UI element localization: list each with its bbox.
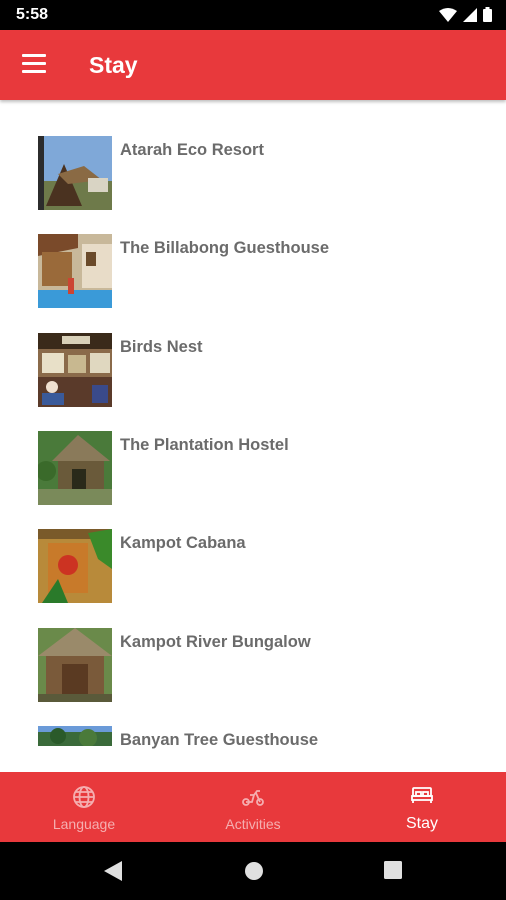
place-thumbnail	[38, 136, 112, 210]
place-name: The Billabong Guesthouse	[120, 239, 330, 257]
list-item[interactable]: Birds Nest	[0, 333, 506, 423]
list-item[interactable]: The Plantation Hostel	[0, 431, 506, 521]
status-time: 5:58	[16, 6, 49, 23]
place-thumbnail	[38, 726, 112, 746]
stay-list[interactable]: Atarah Eco Resort The Billabong Guesthou…	[0, 100, 506, 772]
nav-stay[interactable]: Stay	[338, 772, 506, 842]
battery-icon	[483, 7, 492, 22]
recents-button[interactable]	[384, 861, 402, 879]
place-name: Kampot Cabana	[120, 534, 246, 552]
list-item[interactable]: Kampot Cabana	[0, 529, 506, 619]
nav-activities[interactable]: Activities	[169, 772, 337, 842]
nav-activities-label: Activities	[225, 816, 281, 832]
place-name: The Plantation Hostel	[120, 436, 289, 454]
nav-language[interactable]: Language	[0, 772, 168, 842]
status-bar: 5:58	[0, 0, 506, 30]
app-bar: Stay	[0, 30, 506, 100]
place-thumbnail	[38, 529, 112, 603]
place-name: Atarah Eco Resort	[120, 141, 264, 159]
bottom-navigation: Language Activities Stay	[0, 772, 506, 842]
place-thumbnail	[38, 431, 112, 505]
system-navigation-bar	[0, 842, 506, 900]
status-icons	[439, 7, 492, 22]
back-button[interactable]	[104, 861, 122, 881]
list-item[interactable]: Banyan Tree Guesthouse	[0, 726, 506, 772]
place-name: Banyan Tree Guesthouse	[120, 731, 319, 749]
place-thumbnail	[38, 628, 112, 702]
place-name: Kampot River Bungalow	[120, 633, 311, 651]
place-thumbnail	[38, 234, 112, 308]
list-item[interactable]: Atarah Eco Resort	[0, 136, 506, 226]
scooter-icon	[242, 790, 264, 806]
nav-stay-label: Stay	[405, 815, 438, 832]
list-item[interactable]: The Billabong Guesthouse	[0, 234, 506, 324]
wifi-icon	[439, 7, 457, 22]
bed-icon	[411, 787, 433, 803]
page-title: Stay	[89, 52, 138, 78]
hamburger-menu-icon[interactable]	[22, 54, 48, 74]
list-item[interactable]: Kampot River Bungalow	[0, 628, 506, 718]
place-thumbnail	[38, 333, 112, 407]
home-button[interactable]	[244, 861, 264, 881]
nav-language-label: Language	[52, 816, 116, 832]
place-name: Birds Nest	[120, 338, 203, 356]
globe-icon	[73, 786, 95, 808]
signal-icon	[463, 7, 477, 22]
